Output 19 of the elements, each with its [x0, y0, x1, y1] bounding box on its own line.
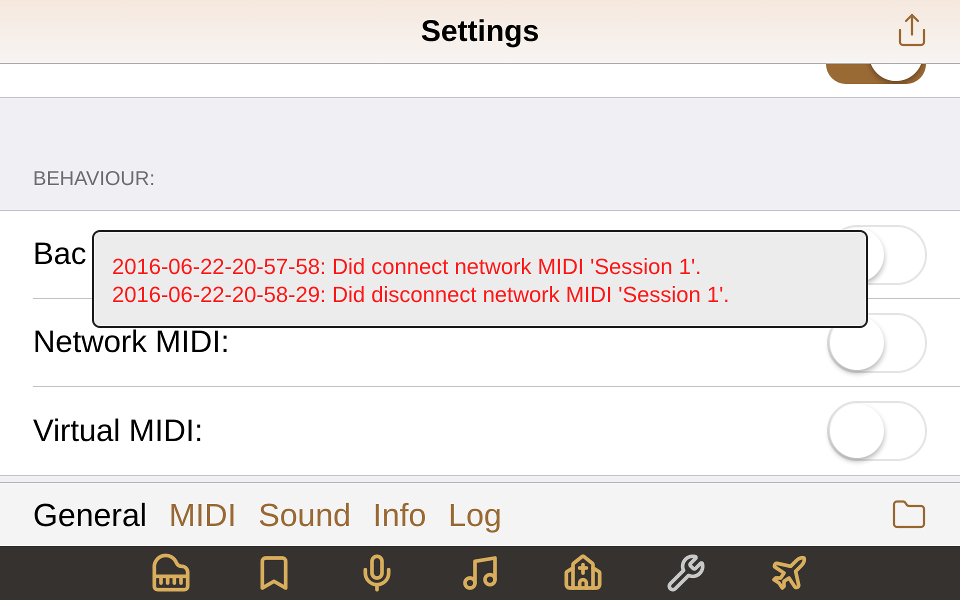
music-note-icon[interactable] — [460, 553, 500, 593]
segment-tab[interactable]: Log — [448, 490, 502, 538]
log-line: 2016-06-22-20-57-58: Did connect network MIDI 'Session 1'. — [112, 253, 702, 281]
log-line: 2016-06-22-20-58-29: Did disconnect network MIDI 'Session 1'. — [112, 281, 730, 309]
wrench-icon[interactable] — [666, 553, 706, 593]
piano-icon[interactable] — [151, 553, 191, 593]
church-icon[interactable] — [563, 553, 603, 593]
segment-tab[interactable]: General — [33, 490, 147, 538]
setting-label: Network MIDI: — [33, 323, 230, 362]
toggle-switch[interactable] — [827, 401, 927, 461]
section-header: BEHAVIOUR: — [33, 167, 155, 192]
segment-tab[interactable]: Info — [372, 490, 426, 538]
setting-label: Virtual MIDI: — [33, 412, 203, 450]
screen-title: Settings — [420, 14, 540, 50]
toggle-switch[interactable] — [826, 64, 926, 84]
setting-label: Bac — [33, 235, 86, 274]
segment-tab[interactable]: MIDI — [168, 490, 236, 538]
segment-tab[interactable]: Sound — [258, 490, 351, 538]
airplane-icon[interactable] — [769, 553, 809, 593]
